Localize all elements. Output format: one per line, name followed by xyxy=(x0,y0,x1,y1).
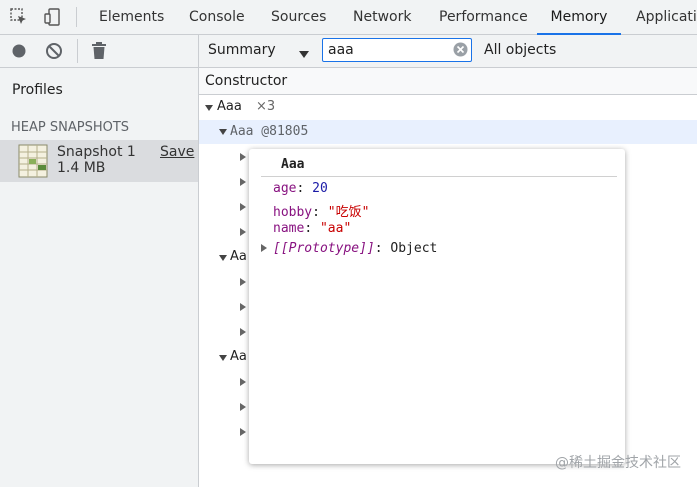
constructor-name[interactable]: Aaa xyxy=(217,99,242,114)
profiles-sidebar: Profiles HEAP SNAPSHOTS Snapshot 1 1.4 M… xyxy=(0,68,199,487)
selected-instance[interactable]: Aaa @81805 xyxy=(230,124,308,139)
tab-separator xyxy=(76,7,77,27)
property-value: 20 xyxy=(312,181,328,196)
tab-memory[interactable]: Memory xyxy=(537,0,621,35)
snapshot-icon xyxy=(18,144,48,182)
inspect-element-icon[interactable] xyxy=(8,6,30,28)
toolbar-separator xyxy=(77,39,78,63)
devtools-tab-bar: Elements Console Sources Network Perform… xyxy=(0,0,697,35)
class-filter-input[interactable] xyxy=(328,40,446,60)
prototype-separator: : xyxy=(374,241,391,256)
tab-console[interactable]: Console xyxy=(189,0,245,34)
property-row: age: 20 xyxy=(273,181,328,196)
prototype-row[interactable]: [[Prototype]]: Object xyxy=(273,241,437,256)
profiles-heading: Profiles xyxy=(12,82,63,98)
snapshot-item[interactable]: Snapshot 1 1.4 MB Save xyxy=(0,140,198,182)
clear-icon[interactable] xyxy=(45,42,63,64)
tab-sources[interactable]: Sources xyxy=(271,0,326,34)
expand-arrow-icon[interactable] xyxy=(240,428,246,436)
snapshot-name: Snapshot 1 xyxy=(57,144,136,160)
property-separator: : xyxy=(304,221,320,236)
trash-icon[interactable] xyxy=(91,42,107,64)
device-toolbar-icon[interactable] xyxy=(41,6,63,28)
instance-count: ×3 xyxy=(256,99,276,114)
save-snapshot-link[interactable]: Save xyxy=(160,144,194,160)
expand-arrow-icon[interactable] xyxy=(205,105,213,111)
expand-arrow-icon[interactable] xyxy=(219,129,227,135)
expand-arrow-icon[interactable] xyxy=(240,178,246,186)
chevron-down-icon[interactable] xyxy=(299,47,309,63)
tab-application[interactable]: Applicatio xyxy=(636,0,697,34)
object-filter-select[interactable]: All objects xyxy=(484,42,556,58)
expand-prototype-icon[interactable] xyxy=(261,244,267,252)
tab-performance[interactable]: Performance xyxy=(439,0,528,34)
expand-arrow-icon[interactable] xyxy=(240,228,246,236)
property-row: name: "aa" xyxy=(273,221,351,236)
property-separator: : xyxy=(296,181,313,196)
profiles-toolbar xyxy=(0,35,198,68)
watermark: @稀土掘金技术社区 xyxy=(555,455,681,471)
heap-snapshots-section: HEAP SNAPSHOTS xyxy=(11,120,130,135)
property-separator: : xyxy=(312,205,328,220)
expand-arrow-icon[interactable] xyxy=(240,378,246,386)
snapshot-size: 1.4 MB xyxy=(57,160,106,176)
expand-arrow-icon[interactable] xyxy=(240,328,246,336)
instance-row-label[interactable]: Aa xyxy=(230,349,249,364)
view-select-label[interactable]: Summary xyxy=(208,42,276,58)
panel-splitter[interactable] xyxy=(198,35,199,487)
expand-arrow-icon[interactable] xyxy=(240,403,246,411)
expand-arrow-icon[interactable] xyxy=(240,278,246,286)
property-value: "吃饭" xyxy=(327,205,370,220)
expand-arrow-icon[interactable] xyxy=(219,255,227,261)
object-preview-popover: Aaa age: 20 hobby: "吃饭" name: "aa" [[Pro… xyxy=(249,149,625,464)
property-key: hobby xyxy=(273,205,313,220)
instance-row-label[interactable]: Aa xyxy=(230,249,249,264)
constructor-column-header[interactable]: Constructor xyxy=(199,68,697,95)
popover-title: Aaa xyxy=(281,157,305,172)
property-key: age xyxy=(273,181,297,196)
expand-arrow-icon[interactable] xyxy=(240,303,246,311)
popover-divider xyxy=(261,176,617,177)
constructor-header-label: Constructor xyxy=(205,73,288,89)
prototype-value: Object xyxy=(390,241,438,256)
expand-arrow-icon[interactable] xyxy=(240,203,246,211)
tab-network[interactable]: Network xyxy=(353,0,411,34)
record-icon[interactable] xyxy=(11,43,27,63)
prototype-key: [[Prototype]] xyxy=(273,241,375,256)
property-key: name xyxy=(273,221,305,236)
clear-search-icon[interactable] xyxy=(453,42,468,61)
tab-elements[interactable]: Elements xyxy=(99,0,164,34)
property-row: hobby: "吃饭" xyxy=(273,201,369,220)
class-filter-box xyxy=(322,38,472,62)
expand-arrow-icon[interactable] xyxy=(219,355,227,361)
expand-arrow-icon[interactable] xyxy=(240,153,246,161)
property-value: "aa" xyxy=(319,221,352,236)
